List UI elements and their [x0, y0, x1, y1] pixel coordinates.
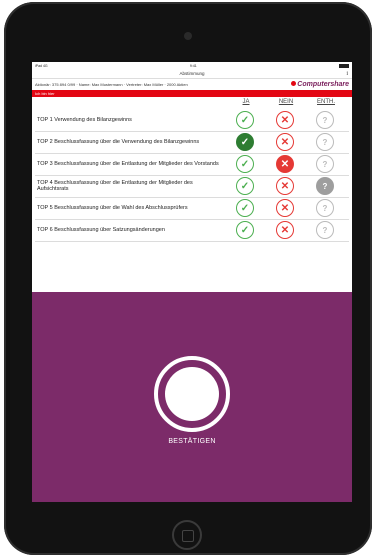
shareholder-info-bar: Aktionär: 375 894 0/99 · Name: Max Muste…	[32, 79, 352, 90]
home-button[interactable]	[172, 520, 202, 550]
agenda-item-label: TOP 3 Beschlussfassung über die Entlastu…	[37, 160, 219, 167]
presence-bar: Ich bin hier	[32, 90, 352, 97]
camera-icon	[184, 32, 192, 40]
column-header-abstain: ENTH.	[317, 99, 335, 105]
app-screen: iPad 4G 9:41 Abstimmung i Aktionär: 375 …	[32, 62, 352, 502]
vote-abstain-button[interactable]: ?	[316, 199, 334, 217]
vote-no-button[interactable]: ✕	[276, 155, 294, 173]
vote-abstain-button[interactable]: ?	[316, 221, 334, 239]
agenda-item-label: TOP 5 Beschlussfassung über die Wahl des…	[37, 204, 188, 211]
vote-abstain-button[interactable]: ?	[316, 155, 334, 173]
agenda-row: TOP 3 Beschlussfassung über die Entlastu…	[35, 153, 349, 176]
vote-yes-button[interactable]: ✓	[236, 199, 254, 217]
vote-no-button[interactable]: ✕	[276, 199, 294, 217]
voting-table: JA NEIN ENTH. TOP 1 Verwendung des Bilan…	[32, 99, 352, 304]
logo-text: Computershare	[297, 81, 349, 88]
agenda-item-label: TOP 4 Beschlussfassung über die Entlastu…	[37, 179, 193, 193]
vote-yes-button[interactable]: ✓	[236, 111, 254, 129]
vote-no-button[interactable]: ✕	[276, 133, 294, 151]
vote-no-button[interactable]: ✕	[276, 177, 294, 195]
agenda-row: TOP 1 Verwendung des Bilanzgewinns ✓ ✕?	[35, 109, 349, 132]
agenda-item-label: TOP 2 Beschlussfassung über die Verwendu…	[37, 138, 200, 145]
confirm-button-inner	[165, 367, 219, 421]
vote-abstain-button[interactable]: ?	[316, 133, 334, 151]
vote-no-button[interactable]: ✕	[276, 111, 294, 129]
agenda-row: TOP 4 Beschlussfassung über die Entlastu…	[35, 175, 349, 198]
carrier-label: iPad 4G	[35, 64, 48, 68]
column-header-yes: JA	[242, 99, 250, 105]
brand-logo: Computershare	[291, 79, 349, 90]
agenda-row: TOP 5 Beschlussfassung über die Wahl des…	[35, 197, 349, 220]
agenda-item-label: TOP 6 Beschlussfassung über Satzungsände…	[37, 226, 165, 233]
vote-abstain-button[interactable]: ?	[316, 111, 334, 129]
vote-yes-button[interactable]: ✓	[236, 155, 254, 173]
info-icon[interactable]: i	[346, 70, 348, 78]
agenda-row: TOP 2 Beschlussfassung über die Verwendu…	[35, 131, 349, 154]
vote-abstain-button[interactable]: ?	[316, 177, 334, 195]
battery-icon	[339, 64, 349, 68]
agenda-row: TOP 6 Beschlussfassung über Satzungsände…	[35, 219, 349, 242]
shareholder-details: Aktionär: 375 894 0/99 · Name: Max Muste…	[35, 82, 188, 87]
confirm-button[interactable]	[154, 356, 230, 432]
page-title: Abstimmung	[179, 71, 205, 76]
clock: 9:41	[189, 64, 197, 68]
confirm-label: BESTÄTIGEN	[168, 438, 216, 445]
confirm-panel: BESTÄTIGEN	[32, 292, 352, 502]
logo-mark-icon	[291, 81, 297, 86]
presence-label: Ich bin hier	[35, 91, 55, 96]
vote-no-button[interactable]: ✕	[276, 221, 294, 239]
column-header-no: NEIN	[278, 99, 294, 105]
nav-bar: Abstimmung i	[32, 70, 352, 79]
vote-yes-button[interactable]: ✓	[236, 221, 254, 239]
tablet-device: iPad 4G 9:41 Abstimmung i Aktionär: 375 …	[4, 2, 372, 555]
vote-yes-button[interactable]: ✓	[236, 133, 254, 151]
agenda-item-label: TOP 1 Verwendung des Bilanzgewinns	[37, 116, 132, 123]
vote-yes-button[interactable]: ✓	[236, 177, 254, 195]
status-bar: iPad 4G 9:41	[32, 62, 352, 70]
